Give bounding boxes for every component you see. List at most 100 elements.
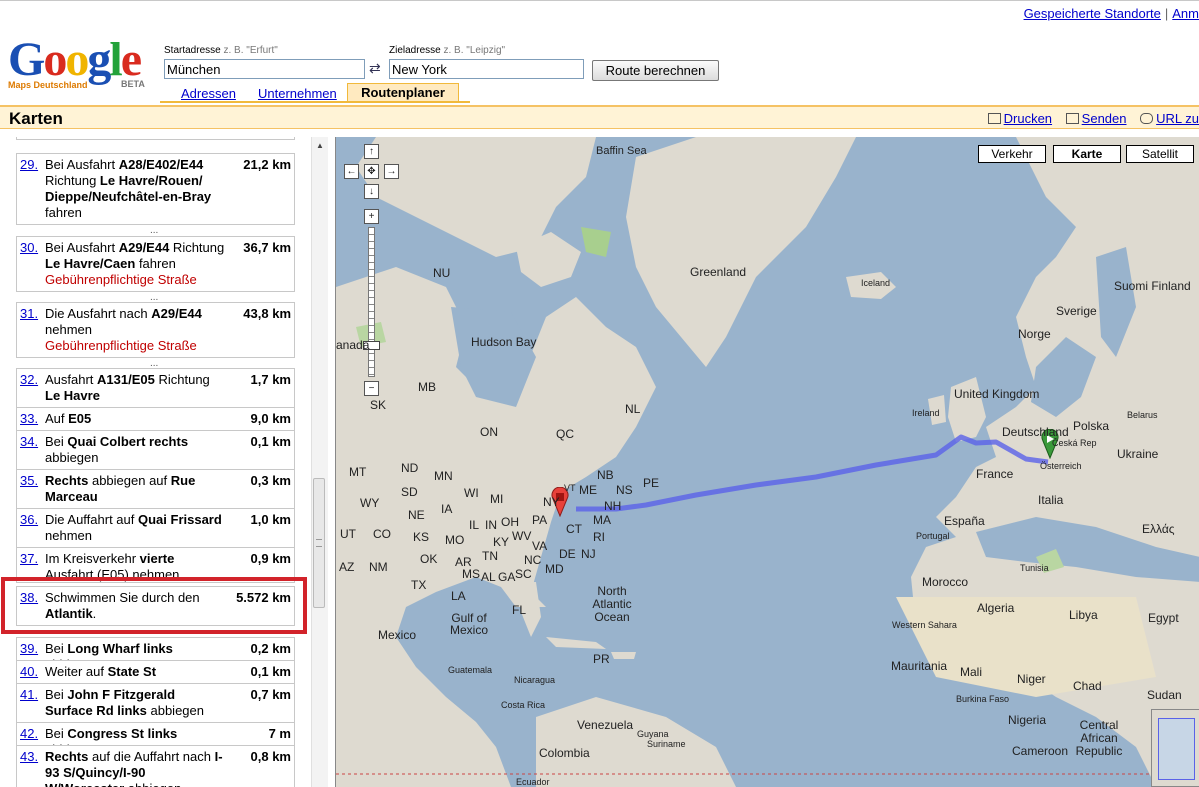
step-text: Rechts abbiegen auf Rue Marceau xyxy=(45,473,196,504)
map-label: Morocco xyxy=(922,575,969,589)
zoom-in-icon[interactable]: + xyxy=(364,209,379,224)
map-label: TN xyxy=(482,549,498,563)
map-label: FL xyxy=(512,603,527,617)
overview-map-inset[interactable] xyxy=(1151,709,1199,787)
step-number[interactable]: 32. xyxy=(20,372,38,387)
start-address-input[interactable] xyxy=(164,59,365,79)
scrollbar-thumb[interactable] xyxy=(313,478,325,608)
step-number[interactable]: 36. xyxy=(20,512,38,527)
step-number[interactable]: 39. xyxy=(20,641,38,656)
map-label: United Kingdom xyxy=(954,387,1040,401)
step-text: Bei Ausfahrt A29/E44 Richtung Le Havre/C… xyxy=(45,240,225,287)
map-type-traffic[interactable]: Verkehr xyxy=(978,145,1046,163)
step-text: Rechts auf die Auffahrt nach I-93 S/Quin… xyxy=(45,749,223,787)
step-number[interactable]: 42. xyxy=(20,726,38,741)
scroll-up-arrow[interactable]: ▲ xyxy=(316,141,324,150)
map-label: Suomi Finland xyxy=(1114,279,1191,293)
map-label: Venezuela xyxy=(577,718,634,732)
map-label: ON xyxy=(480,425,498,439)
pan-left-icon[interactable]: ← xyxy=(344,164,359,179)
map-label: MO xyxy=(445,533,465,547)
swap-icon[interactable]: ⇄ xyxy=(369,60,381,77)
step-number[interactable]: 37. xyxy=(20,551,38,566)
previous-step-tail xyxy=(16,137,295,140)
map-label: PR xyxy=(593,652,610,666)
step-distance: 36,7 km xyxy=(243,240,291,255)
url-link[interactable]: URL zu xyxy=(1156,111,1199,126)
send-link[interactable]: Senden xyxy=(1082,111,1127,126)
map-label: Norge xyxy=(1018,327,1051,341)
step-number[interactable]: 40. xyxy=(20,664,38,679)
map-label: OK xyxy=(420,552,438,566)
map-label: NS xyxy=(616,483,633,497)
map-label: Chad xyxy=(1073,679,1102,693)
step-41: 41. Bei John F Fitzgerald Surface Rd lin… xyxy=(16,683,295,723)
step-distance: 0,8 km xyxy=(250,749,291,764)
step-number[interactable]: 31. xyxy=(20,306,38,321)
map-label: RI xyxy=(593,530,605,544)
map-label: Baffin Sea xyxy=(596,145,647,157)
map-label: WI xyxy=(464,486,479,500)
envelope-icon xyxy=(1065,113,1079,124)
map-label: Ελλάς xyxy=(1142,522,1175,536)
overview-viewport[interactable] xyxy=(1158,718,1195,780)
step-distance: 43,8 km xyxy=(243,306,291,321)
pan-down-icon[interactable]: ↓ xyxy=(364,184,379,199)
map-label: KS xyxy=(413,530,430,544)
map-label: Guyana xyxy=(637,729,669,739)
map-label: Italia xyxy=(1038,493,1064,507)
map-label: QC xyxy=(556,427,574,441)
map-label: MT xyxy=(349,465,367,479)
map-label: Ukraine xyxy=(1117,447,1159,461)
pan-center-icon[interactable]: ✥ xyxy=(364,164,379,179)
map-label: MI xyxy=(490,492,504,506)
map-type-satellite[interactable]: Satellit xyxy=(1126,145,1194,163)
step-number[interactable]: 35. xyxy=(20,473,38,488)
tab-route-planner[interactable]: Routenplaner xyxy=(347,83,459,102)
panel-scrollbar[interactable]: ▲ xyxy=(311,137,328,787)
map-label: Suriname xyxy=(647,739,686,749)
map-label: Western Sahara xyxy=(892,620,957,630)
step-35: 35. Rechts abbiegen auf Rue Marceau 0,3 … xyxy=(16,469,295,509)
step-number[interactable]: 34. xyxy=(20,434,38,449)
map-label: WY xyxy=(360,496,380,510)
account-link[interactable]: Anm xyxy=(1172,6,1199,21)
saved-locations-link[interactable]: Gespeicherte Standorte xyxy=(1024,6,1161,21)
map-label: Algeria xyxy=(977,601,1015,615)
map-label: WV xyxy=(512,529,532,543)
map-label: NC xyxy=(524,553,542,567)
print-link[interactable]: Drucken xyxy=(1004,111,1052,126)
step-dots: ... xyxy=(150,292,159,303)
map-type-map[interactable]: Karte xyxy=(1053,145,1121,163)
step-distance: 0,3 km xyxy=(250,473,291,488)
step-number[interactable]: 29. xyxy=(20,157,38,172)
top-links: Gespeicherte Standorte | Anm xyxy=(1024,6,1199,21)
zoom-slider-track[interactable] xyxy=(368,227,375,377)
step-number[interactable]: 30. xyxy=(20,240,38,255)
start-hint: z. B. "Erfurt" xyxy=(223,45,278,56)
map-label: ME xyxy=(579,483,597,497)
step-number[interactable]: 33. xyxy=(20,411,38,426)
map-label: KY xyxy=(493,535,510,549)
step-distance: 0,2 km xyxy=(250,641,291,656)
step-number[interactable]: 41. xyxy=(20,687,38,702)
pan-up-icon[interactable]: ↑ xyxy=(364,144,379,159)
calculate-route-button[interactable]: Route berechnen xyxy=(592,60,719,81)
toll-road-note: Gebührenpflichtige Straße xyxy=(45,338,197,353)
map-label: Cameroon xyxy=(1012,744,1069,758)
map-label: Nigeria xyxy=(1008,713,1047,727)
map-label: LA xyxy=(451,589,466,603)
map-label: Belarus xyxy=(1127,410,1158,420)
destination-address-input[interactable] xyxy=(389,59,584,79)
google-maps-logo[interactable]: Google Maps Deutschland BETA xyxy=(8,36,156,94)
map-label: Gulf of Mexico xyxy=(449,611,488,637)
map-label: MD xyxy=(545,562,564,576)
step-dots: ... xyxy=(150,225,159,236)
destination-label: Zieladresse z. B. "Leipzig" xyxy=(389,45,505,56)
pan-right-icon[interactable]: → xyxy=(384,164,399,179)
map-label: Guatemala xyxy=(448,665,493,675)
zoom-out-icon[interactable]: − xyxy=(364,381,379,396)
thumb-grip xyxy=(316,539,322,547)
step-number[interactable]: 43. xyxy=(20,749,38,764)
map-view[interactable]: Verkehr Karte Satellit ↑ ← ✥ → ↓ + − Baf… xyxy=(335,137,1199,787)
